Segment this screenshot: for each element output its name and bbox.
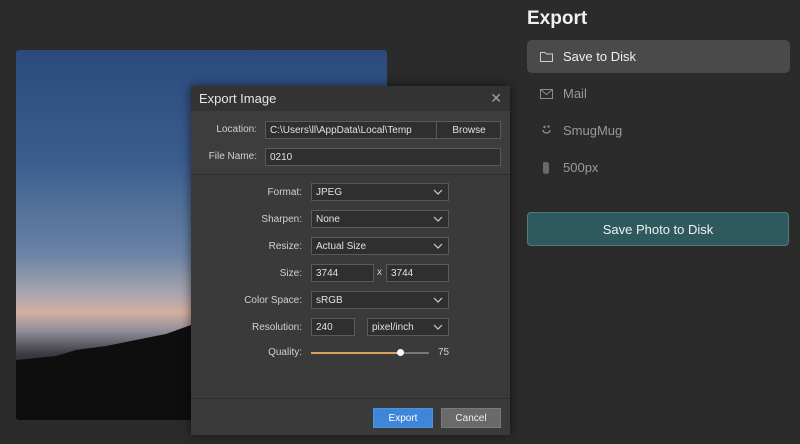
chevron-down-icon xyxy=(433,243,443,249)
browse-button[interactable]: Browse xyxy=(436,121,501,139)
destination-label: SmugMug xyxy=(563,123,623,138)
destination-500px[interactable]: 500px xyxy=(527,151,790,184)
format-value: JPEG xyxy=(316,186,343,198)
quality-label: Quality: xyxy=(268,347,302,358)
resolution-label: Resolution: xyxy=(251,322,302,333)
destination-save-to-disk[interactable]: Save to Disk xyxy=(527,40,790,73)
filename-input[interactable]: 0210 xyxy=(265,148,501,166)
dialog-header: Export Image ✕ xyxy=(191,86,510,111)
dialog-title: Export Image xyxy=(199,91,277,106)
chevron-down-icon xyxy=(433,189,443,195)
destination-mail[interactable]: Mail xyxy=(527,77,790,110)
colorspace-value: sRGB xyxy=(316,294,343,306)
dialog-footer: Export Cancel xyxy=(191,398,510,435)
location-input[interactable]: C:\Users\ll\AppData\Local\Temp xyxy=(266,125,438,136)
chevron-down-icon xyxy=(433,297,443,303)
destination-label: Mail xyxy=(563,86,587,101)
resize-label: Resize: xyxy=(268,241,302,252)
quality-slider-fill xyxy=(311,352,400,354)
resolution-input[interactable]: 240 xyxy=(311,318,355,336)
format-select[interactable]: JPEG xyxy=(311,183,449,201)
quality-slider-thumb[interactable] xyxy=(396,349,404,356)
resolution-unit-value: pixel/inch xyxy=(372,321,414,333)
chevron-down-icon xyxy=(433,216,443,222)
size-height-input[interactable]: 3744 xyxy=(386,264,449,282)
resize-value: Actual Size xyxy=(316,240,367,252)
quality-value: 75 xyxy=(438,347,450,358)
resize-select[interactable]: Actual Size xyxy=(311,237,449,255)
filename-label: File Name: xyxy=(208,151,257,162)
sharpen-label: Sharpen: xyxy=(261,214,302,225)
destination-label: Save to Disk xyxy=(563,49,636,64)
size-label: Size: xyxy=(279,268,302,279)
save-photo-to-disk-button[interactable]: Save Photo to Disk xyxy=(527,212,789,246)
export-image-dialog: Export Image ✕ Location: C:\Users\ll\App… xyxy=(191,86,510,435)
destination-smugmug[interactable]: SmugMug xyxy=(527,114,790,147)
cancel-button[interactable]: Cancel xyxy=(441,408,501,428)
folder-icon xyxy=(539,50,553,64)
mail-icon xyxy=(539,87,553,101)
size-separator: x xyxy=(377,267,382,278)
resolution-unit-select[interactable]: pixel/inch xyxy=(367,318,449,336)
chevron-down-icon xyxy=(433,324,443,330)
location-label: Location: xyxy=(216,124,257,135)
smugmug-icon xyxy=(539,124,553,138)
quality-slider[interactable] xyxy=(311,349,429,356)
destination-label: 500px xyxy=(563,160,599,175)
format-label: Format: xyxy=(267,187,302,198)
colorspace-label: Color Space: xyxy=(244,295,302,306)
sharpen-value: None xyxy=(316,213,340,225)
size-width-input[interactable]: 3744 xyxy=(311,264,374,282)
500px-icon xyxy=(539,161,553,175)
close-icon[interactable]: ✕ xyxy=(490,90,502,107)
export-panel-title: Export xyxy=(527,8,588,29)
export-button[interactable]: Export xyxy=(373,408,433,428)
sharpen-select[interactable]: None xyxy=(311,210,449,228)
colorspace-select[interactable]: sRGB xyxy=(311,291,449,309)
